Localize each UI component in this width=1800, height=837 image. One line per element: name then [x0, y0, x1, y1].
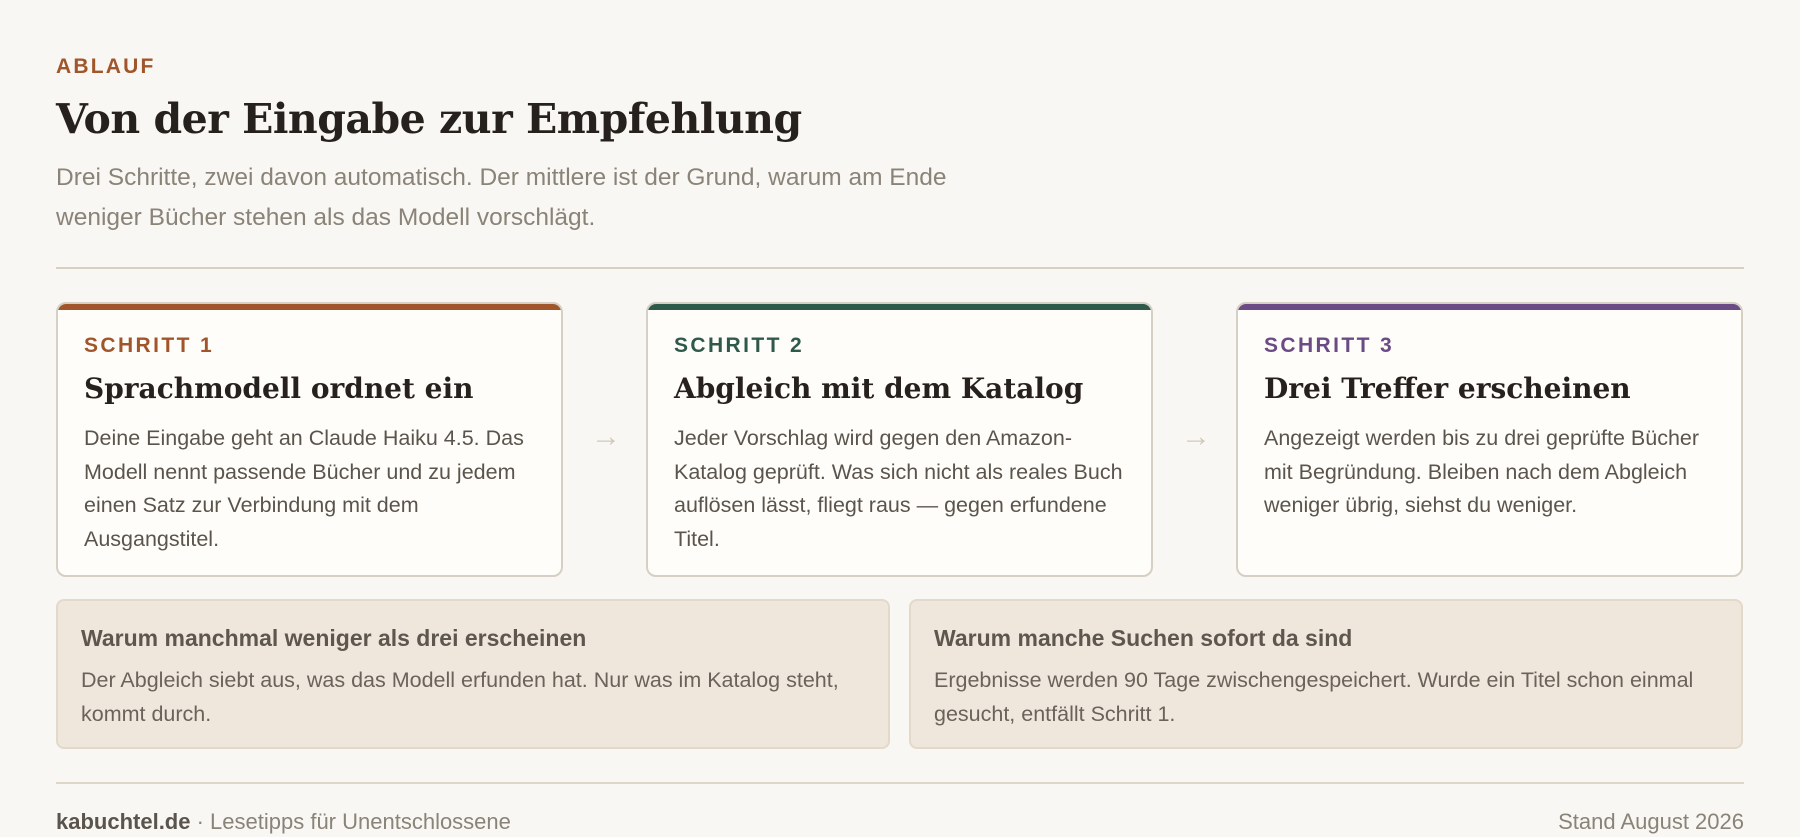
notes-row: Warum manchmal weniger als drei erschein…: [56, 599, 1744, 749]
steps-row: SCHRITT 1 Sprachmodell ordnet ein Deine …: [56, 302, 1744, 577]
step-label: SCHRITT 2: [674, 334, 805, 357]
step-title: Drei Treffer erscheinen: [1264, 372, 1631, 405]
info-note-fewer-results: Warum manchmal weniger als drei erschein…: [56, 599, 890, 749]
step-description: Deine Eingabe geht an Claude Haiku 4.5. …: [84, 426, 524, 551]
info-note-cached-results: Warum manche Suchen sofort da sind Ergeb…: [909, 599, 1743, 749]
footer-date-stamp: Stand August 2026: [1558, 809, 1744, 834]
step-label: SCHRITT 3: [1264, 334, 1395, 357]
footer: kabuchtel.de · Lesetipps für Unentschlos…: [56, 809, 1744, 837]
step-label: SCHRITT 1: [84, 334, 215, 357]
step-description: Angezeigt werden bis zu drei geprüfte Bü…: [1264, 426, 1700, 517]
flow-explainer: ABLAUF Von der Eingabe zur Empfehlung Dr…: [56, 0, 1744, 836]
step-card-1: SCHRITT 1 Sprachmodell ordnet ein Deine …: [56, 302, 563, 577]
footer-tagline: Lesetipps für Unentschlossene: [210, 809, 511, 834]
divider-top: [56, 267, 1744, 269]
arrow-right-icon: →: [1181, 420, 1211, 453]
step-card-2: SCHRITT 2 Abgleich mit dem Katalog Jeder…: [646, 302, 1153, 577]
step-accent-bar: [58, 304, 561, 310]
step-title: Sprachmodell ordnet ein: [84, 372, 474, 405]
step-description: Jeder Vorschlag wird gegen den Amazon-Ka…: [674, 426, 1123, 551]
section-eyebrow: ABLAUF: [56, 55, 156, 78]
note-title: Warum manche Suchen sofort da sind: [934, 625, 1353, 651]
footer-brand: kabuchtel.de: [56, 809, 191, 834]
step-card-3: SCHRITT 3 Drei Treffer erscheinen Angeze…: [1236, 302, 1743, 577]
note-title: Warum manchmal weniger als drei erschein…: [81, 625, 587, 651]
footer-separator: ·: [190, 809, 211, 834]
step-accent-bar: [1238, 304, 1741, 310]
step-accent-bar: [648, 304, 1151, 310]
note-text: Ergebnisse werden 90 Tage zwischengespei…: [934, 668, 1694, 726]
page-title: Von der Eingabe zur Empfehlung: [56, 95, 802, 143]
page-subtitle: Drei Schritte, zwei davon automatisch. D…: [56, 164, 947, 231]
note-text: Der Abgleich siebt aus, was das Modell e…: [81, 668, 839, 726]
step-title: Abgleich mit dem Katalog: [674, 372, 1084, 405]
arrow-right-icon: →: [591, 420, 621, 453]
divider-bottom: [56, 782, 1744, 784]
